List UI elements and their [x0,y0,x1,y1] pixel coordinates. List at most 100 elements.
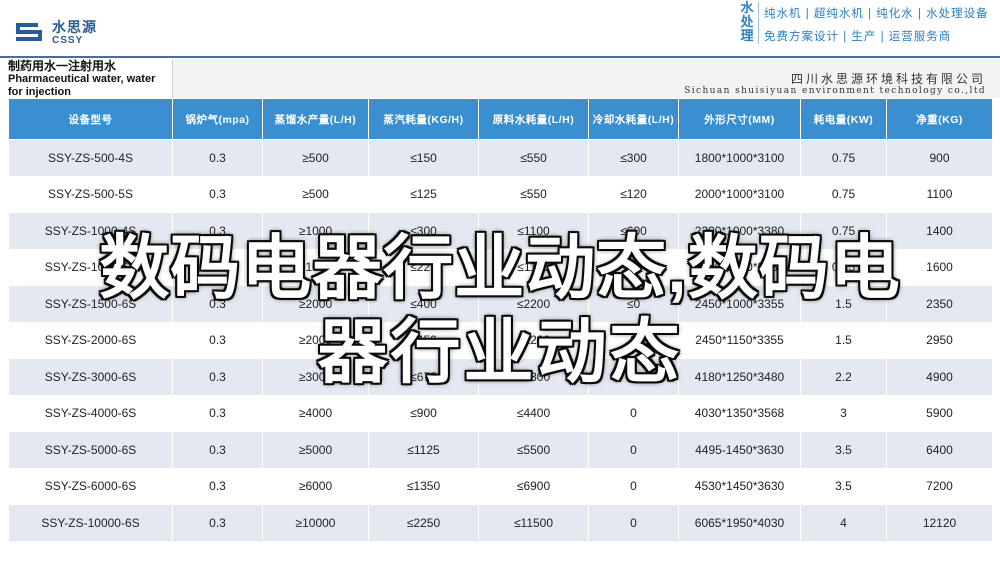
table-cell: ≤1100 [478,248,589,286]
company-name-cn: 四川水思源环境科技有限公司 [790,72,986,86]
table-cell: 0.3 [172,285,263,323]
table-cell: 0.3 [172,212,263,250]
column-header: 外形尺寸(MM) [678,98,801,140]
table-cell: SSY-ZS-500-5S [8,175,173,213]
table-cell: ≤0 [588,248,679,286]
table-cell: ≤550 [478,175,589,213]
table-cell: ≥3000 [262,358,369,396]
table-cell: ≤4400 [478,394,589,432]
table-cell: 0 [588,504,679,542]
table-cell: 2000*1000*3100 [678,175,801,213]
table-cell: 4180*1250*3480 [678,358,801,396]
table-cell: 2300*1000*3380 [678,248,801,286]
table-cell: SSY-ZS-4000-6S [8,394,173,432]
column-header: 锅炉气(mpa) [172,98,263,140]
table-cell: 1.5 [800,321,887,359]
table-cell: ≥4000 [262,394,369,432]
table-cell: 1800*1000*3100 [678,139,801,177]
table-cell: ≤150 [368,139,479,177]
table-cell: ≤6900 [478,467,589,505]
table-cell: ≥1000 [262,212,369,250]
brand-name-en: CSSY [52,35,84,46]
brand-name-cn: 水思源 [52,19,97,35]
table-header-row: 设备型号 锅炉气(mpa) 蒸馏水产量(L/H) 蒸汽耗量(KG/H) 原料水耗量(L/… [8,98,993,140]
table-cell: 12120 [886,504,993,542]
table-cell: 0.75 [800,139,887,177]
table-cell: ≥2000 [262,285,369,323]
table-cell: 0.75 [800,212,887,250]
table-cell: 3.5 [800,467,887,505]
table-cell: SSY-ZS-5000-6S [8,431,173,469]
table-cell: 4900 [886,358,993,396]
service-category-label: 水处理 [740,0,754,43]
column-header: 净重(KG) [886,98,993,140]
table-cell: ≤1125 [368,431,479,469]
product-title-cn: 制药用水一注射用水 [8,59,117,73]
table-cell: 7200 [886,467,993,505]
table-cell: ≤550 [478,139,589,177]
table-cell: SSY-ZS-10000-6S [8,504,173,542]
service-products-line: 纯水机 | 超纯水机 | 纯化水 | 水处理设备 [764,8,989,20]
table-cell: 0 [588,467,679,505]
table-cell: ≤400 [368,285,479,323]
table-cell: 4530*1450*3630 [678,467,801,505]
table-cell: 0.3 [172,321,263,359]
table-cell: ≥500 [262,139,369,177]
table-row: SSY-ZS-10000-6S 0.3 ≥10000 ≤2250 ≤11500 0 6065… [8,504,993,542]
table-row: SSY-ZS-1000-4S 0.3 ≥1000 ≤300 ≤1100 ≤600 2200*… [8,212,993,250]
table-cell: 2450*1150*3355 [678,321,801,359]
table-cell: 0.3 [172,175,263,213]
table-cell: SSY-ZS-1000-6S [8,248,173,286]
table-cell: 0.75 [800,248,887,286]
table-cell: ≥500 [262,175,369,213]
table-cell: 0.75 [800,175,887,213]
header-divider [0,56,1000,58]
table-cell: ≤600 [588,212,679,250]
table-cell: 900 [886,139,993,177]
table-cell: ≤3300 [478,358,589,396]
table-cell: ≤225 [368,248,479,286]
column-header: 设备型号 [8,98,173,140]
table-row: SSY-ZS-500-4S 0.3 ≥500 ≤150 ≤550 ≤300 1800*100… [8,139,993,177]
table-cell: ≥10000 [262,504,369,542]
table-cell: ≤900 [368,394,479,432]
table-cell: 6400 [886,431,993,469]
service-banner: 水处理 纯水机 | 超纯水机 | 纯化水 | 水处理设备 免费方案设计 | 生产… [734,0,1000,46]
table-cell: ≥5000 [262,431,369,469]
table-cell: ≤11500 [478,504,589,542]
table-cell: ≤450 [368,321,479,359]
table-cell: ≤125 [368,175,479,213]
table-cell: 0.3 [172,394,263,432]
water-drop-logo-icon [16,23,42,41]
table-cell: 1100 [886,175,993,213]
table-row: SSY-ZS-1000-6S 0.3 ≥1000 ≤225 ≤1100 ≤0 2300*10… [8,248,993,286]
table-cell: 0.3 [172,139,263,177]
product-title: 制药用水一注射用水 Pharmaceutical water, water fo… [8,60,172,99]
table-cell: ≤2200 [478,285,589,323]
table-cell: ≥1000 [262,248,369,286]
table-cell: 4030*1350*3568 [678,394,801,432]
table-cell: 0 [588,321,679,359]
table-cell: 6065*1950*4030 [678,504,801,542]
table-cell: 4495-1450*3630 [678,431,801,469]
column-header: 冷却水耗量(L/H) [588,98,679,140]
table-cell: ≥6000 [262,467,369,505]
table-cell: 0.3 [172,431,263,469]
table-cell: SSY-ZS-2000-6S [8,321,173,359]
service-offer-line: 免费方案设计 | 生产 | 运营服务商 [764,31,952,43]
table-cell: 1400 [886,212,993,250]
table-cell: 0.3 [172,504,263,542]
table-cell: 2350 [886,285,993,323]
table-cell: 0 [588,358,679,396]
table-cell: 2.2 [800,358,887,396]
column-header: 原料水耗量(L/H) [478,98,589,140]
table-cell: 1.5 [800,285,887,323]
table-cell: 2950 [886,321,993,359]
table-cell: 0.3 [172,248,263,286]
table-cell: 5900 [886,394,993,432]
table-cell: ≤675 [368,358,479,396]
brand-logo: 水思源 CSSY [14,14,124,50]
table-row: SSY-ZS-5000-6S 0.3 ≥5000 ≤1125 ≤5500 0 4495-14… [8,431,993,469]
table-row: SSY-ZS-6000-6S 0.3 ≥6000 ≤1350 ≤6900 0 4530*14… [8,467,993,505]
table-cell: 3 [800,394,887,432]
